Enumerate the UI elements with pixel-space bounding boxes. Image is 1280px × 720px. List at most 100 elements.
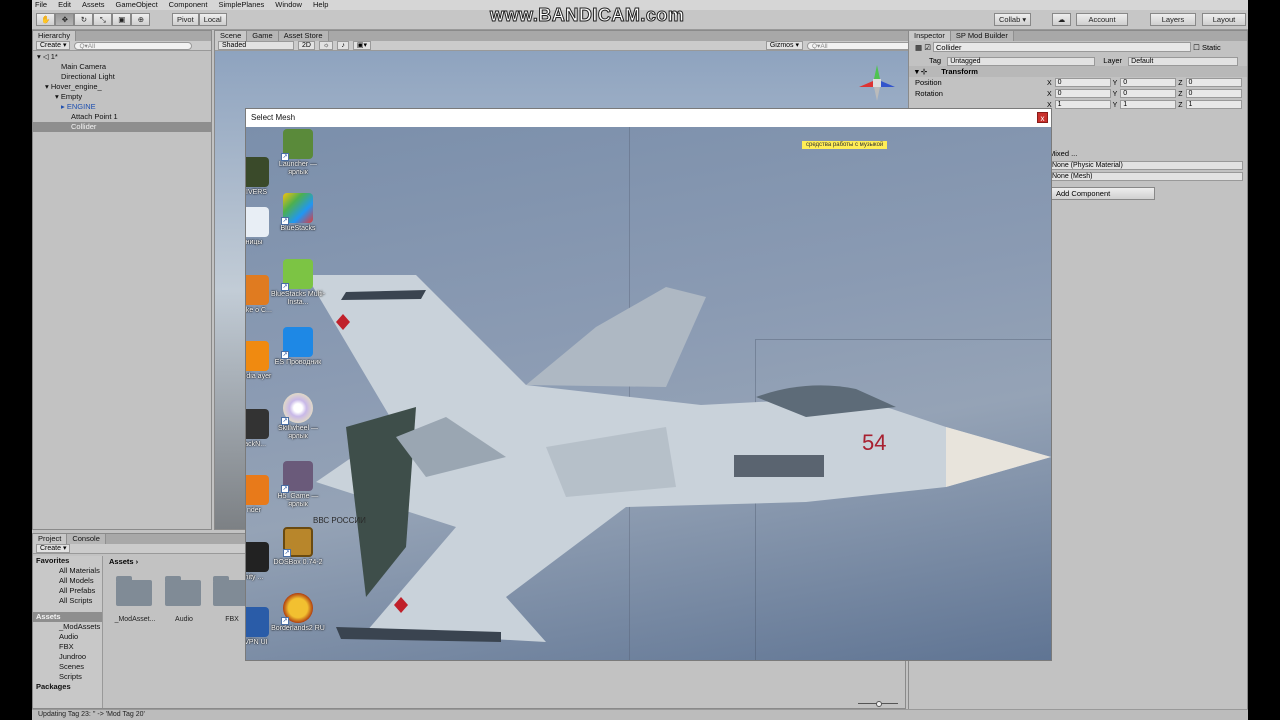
position-x-field[interactable]: 0 <box>1054 78 1111 87</box>
asset-folder-fbx[interactable]: FBX <box>33 642 102 652</box>
add-component-button[interactable]: Add Component <box>1049 187 1155 200</box>
mesh-field[interactable]: None (Mesh) <box>1049 172 1243 181</box>
desktop-icon-bluestacks-multi[interactable]: ↗ BlueStacks Multi-Insta... <box>270 259 326 307</box>
scale-z-field[interactable]: 1 <box>1185 100 1242 109</box>
scene-orientation-gizmo-icon[interactable] <box>855 61 899 105</box>
desktop-icon-es-explorer[interactable]: ↗ ES Проводник <box>270 327 326 367</box>
collab-button[interactable]: Collab ▾ <box>994 13 1032 26</box>
rotation-x-field[interactable]: 0 <box>1054 89 1111 98</box>
shading-mode-dropdown[interactable]: Shaded <box>218 41 294 50</box>
account-button[interactable]: Account <box>1076 13 1128 26</box>
favorite-all-materials[interactable]: All Materials <box>33 566 102 576</box>
menu-edit[interactable]: Edit <box>58 0 71 10</box>
object-name-field[interactable]: Collider <box>933 42 1192 52</box>
move-tool-icon[interactable]: ✥ <box>55 13 75 26</box>
project-create-dropdown[interactable]: Create ▾ <box>36 544 71 553</box>
desktop-icon-skillwheel[interactable]: ↗ Skillwheel — ярлык <box>270 393 326 441</box>
position-z-field[interactable]: 0 <box>1185 78 1242 87</box>
menu-simpleplanes[interactable]: SimplePlanes <box>218 0 264 10</box>
desktop-icon-launcher[interactable]: ↗ Launcher — ярлык <box>270 129 326 177</box>
cloud-icon[interactable]: ☁ <box>1052 13 1071 26</box>
tab-scene[interactable]: Scene <box>215 31 248 41</box>
menu-component[interactable]: Component <box>169 0 208 10</box>
expand-arrow-icon[interactable]: ▾ <box>915 67 919 76</box>
icon-size-slider[interactable] <box>858 701 898 707</box>
scene-root[interactable]: ▾ ◁ 1* <box>33 52 211 62</box>
assets-header[interactable]: Assets <box>33 612 102 622</box>
toggle-2d-button[interactable]: 2D <box>298 41 315 50</box>
desktop-icon-bluestacks[interactable]: ↗ BlueStacks <box>270 193 326 233</box>
scale-x-field[interactable]: 1 <box>1054 100 1111 109</box>
layout-button[interactable]: Layout <box>1202 13 1246 26</box>
favorite-all-scripts[interactable]: All Scripts <box>33 596 102 606</box>
app-icon: ↗ <box>281 327 313 359</box>
lighting-toggle-icon[interactable]: ☼ <box>318 41 334 50</box>
gizmos-dropdown[interactable]: Gizmos ▾ <box>765 41 803 50</box>
asset-folder-scripts[interactable]: Scripts <box>33 672 102 682</box>
static-checkbox[interactable]: ☐ <box>1193 43 1200 52</box>
tab-project[interactable]: Project <box>33 534 68 544</box>
folder-audio[interactable]: Audio <box>165 576 203 623</box>
desktop-icon-dosbox[interactable]: ↗ DOSBox 0.74-2 <box>270 527 326 567</box>
rotation-y-field[interactable]: 0 <box>1120 89 1177 98</box>
menu-file[interactable]: File <box>35 0 47 10</box>
position-xyz: X0 Y0 Z0 <box>1047 78 1242 87</box>
rect-tool-icon[interactable]: ▣ <box>112 13 132 26</box>
pivot-button[interactable]: Pivot <box>172 13 199 26</box>
tree-item-collider[interactable]: Collider <box>33 122 211 132</box>
desktop-icon-borderlands2[interactable]: ↗ Borderlands2 RU <box>270 593 326 633</box>
hierarchy-create-dropdown[interactable]: Create ▾ <box>36 41 71 50</box>
tab-asset-store[interactable]: Asset Store <box>278 31 329 41</box>
menu-help[interactable]: Help <box>313 0 328 10</box>
tree-item-attach-point[interactable]: Attach Point 1 <box>33 112 211 122</box>
effects-toggle-icon[interactable]: ▣▾ <box>352 41 372 50</box>
tree-item-empty[interactable]: ▾ Empty <box>33 92 211 102</box>
desktop-icon-label: H5_Game — ярлык <box>277 493 319 508</box>
active-checkbox[interactable]: ☑ <box>924 43 931 52</box>
audio-toggle-icon[interactable]: ♪ <box>337 41 349 50</box>
shortcut-arrow-icon: ↗ <box>281 351 289 359</box>
tag-dropdown[interactable]: Untagged <box>947 57 1096 66</box>
favorite-all-prefabs[interactable]: All Prefabs <box>33 586 102 596</box>
tab-game[interactable]: Game <box>247 31 279 41</box>
project-breadcrumb[interactable]: Assets › <box>105 556 138 568</box>
transform-tool-icon[interactable]: ⊕ <box>131 13 151 26</box>
scene-tabs: Scene Game Asset Store <box>215 31 939 41</box>
tree-item-hover-engine[interactable]: ▾ Hover_engine_ <box>33 82 211 92</box>
scale-y-field[interactable]: 1 <box>1120 100 1177 109</box>
physic-material-field[interactable]: None (Physic Material) <box>1049 161 1243 170</box>
tab-console[interactable]: Console <box>67 534 106 544</box>
desktop-icon-h5-game[interactable]: ↗ H5_Game — ярлык <box>270 461 326 509</box>
folder-label: Audio <box>175 616 193 623</box>
favorites-header[interactable]: Favorites <box>33 556 102 566</box>
asset-folder-scenes[interactable]: Scenes <box>33 662 102 672</box>
close-icon[interactable]: x <box>1037 112 1048 123</box>
tree-item-directional-light[interactable]: Directional Light <box>33 72 211 82</box>
bandicam-watermark: www.BANDICAM.com <box>489 5 685 26</box>
asset-folder-modassets[interactable]: _ModAssets <box>33 622 102 632</box>
rotation-z-field[interactable]: 0 <box>1185 89 1242 98</box>
transform-header[interactable]: ▾ ⊹ Transform <box>909 66 1247 77</box>
folder-modassets[interactable]: _ModAsset... <box>115 576 155 623</box>
desktop-icon-label: rackN... <box>246 441 267 448</box>
hierarchy-search-input[interactable]: Q▾All <box>74 41 193 50</box>
tab-inspector[interactable]: Inspector <box>909 31 951 41</box>
rotate-tool-icon[interactable]: ↻ <box>74 13 94 26</box>
asset-folder-audio[interactable]: Audio <box>33 632 102 642</box>
asset-folder-jundroo[interactable]: Jundroo <box>33 652 102 662</box>
layers-button[interactable]: Layers <box>1150 13 1196 26</box>
favorite-all-models[interactable]: All Models <box>33 576 102 586</box>
packages-header[interactable]: Packages <box>33 682 102 692</box>
tree-item-main-camera[interactable]: Main Camera <box>33 62 211 72</box>
menu-assets[interactable]: Assets <box>82 0 105 10</box>
tab-hierarchy[interactable]: Hierarchy <box>33 31 77 41</box>
scale-tool-icon[interactable]: ⤡ <box>93 13 113 26</box>
tree-item-engine[interactable]: ▸ ENGINE <box>33 102 211 112</box>
local-button[interactable]: Local <box>198 13 227 26</box>
tab-sp-mod-builder[interactable]: SP Mod Builder <box>950 31 1014 41</box>
position-y-field[interactable]: 0 <box>1120 78 1177 87</box>
menu-gameobject[interactable]: GameObject <box>116 0 158 10</box>
hand-tool-icon[interactable]: ✋ <box>36 13 56 26</box>
menu-window[interactable]: Window <box>275 0 302 10</box>
layer-dropdown[interactable]: Default <box>1128 57 1239 66</box>
